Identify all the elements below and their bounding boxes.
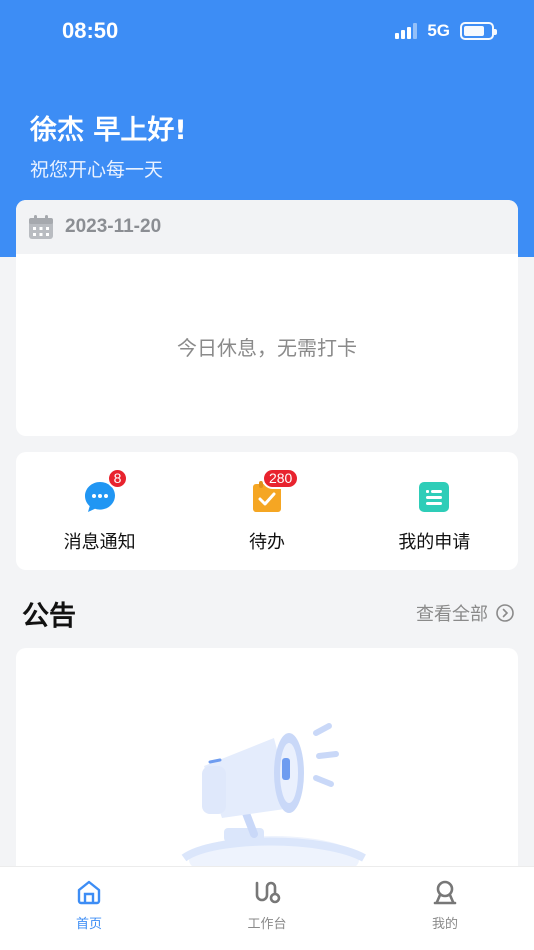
quick-action-label: 待办: [248, 532, 285, 553]
quick-action-label: 消息通知: [63, 532, 136, 553]
todo-clipboard-icon: 280: [250, 468, 300, 514]
tab-workbench-label: 工作台: [247, 917, 287, 932]
date-bar: 2023-11-20: [16, 200, 518, 254]
quick-action-messages[interactable]: 8 消息通知: [16, 452, 183, 570]
greeting-subtitle: 祝您开心每一天: [30, 159, 164, 181]
megaphone-empty-illustration: [181, 723, 366, 878]
workbench-icon: [255, 881, 281, 904]
greeting-title: 徐杰 早上好!: [30, 115, 187, 146]
status-time: 08:50: [62, 18, 119, 43]
status-indicators: 5G: [395, 21, 497, 41]
tab-home-label: 首页: [75, 917, 102, 932]
view-all-announcements[interactable]: 查看全部: [416, 600, 514, 626]
quick-action-todo[interactable]: 280 待办: [183, 452, 350, 570]
view-all-label: 查看全部: [416, 604, 488, 625]
battery-icon: [460, 22, 497, 40]
network-type: 5G: [427, 21, 450, 40]
quick-action-label: 我的申请: [398, 532, 471, 553]
status-bar: 08:50 5G: [0, 0, 534, 64]
chat-bubble-icon: 8: [83, 468, 129, 514]
tab-profile-label: 我的: [431, 917, 458, 932]
attendance-date: 2023-11-20: [65, 216, 162, 237]
messages-badge: 8: [106, 468, 129, 489]
announcements-card: [16, 648, 518, 878]
attendance-status: 今日休息，无需打卡: [177, 336, 357, 360]
quick-action-applications[interactable]: 我的申请: [351, 452, 518, 570]
application-doc-icon: [417, 480, 451, 514]
signal-icon: [395, 23, 418, 39]
announcements-title: 公告: [22, 601, 76, 632]
home-icon: [77, 880, 101, 905]
tab-workbench[interactable]: 工作台: [178, 867, 356, 950]
todo-badge: 280: [261, 468, 300, 489]
chevron-right-circle-icon: [496, 604, 514, 622]
tab-home[interactable]: 首页: [0, 867, 178, 950]
quick-actions: 8 消息通知 280 待办 我的申请: [16, 452, 518, 570]
profile-icon: [433, 880, 457, 905]
tab-profile[interactable]: 我的: [356, 867, 534, 950]
bottom-tab-bar: 首页 工作台 我的: [0, 866, 534, 950]
attendance-card: 2023-11-20 今日休息，无需打卡: [16, 200, 518, 436]
calendar-icon: [29, 215, 53, 239]
